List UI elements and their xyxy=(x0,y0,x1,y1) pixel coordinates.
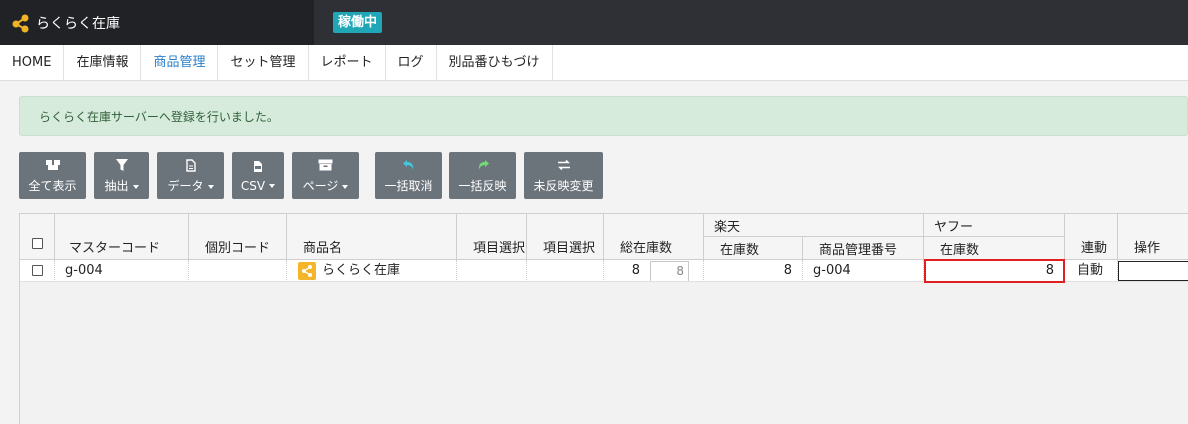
csv-button[interactable]: CSV xyxy=(232,152,284,199)
nav-item-products[interactable]: 商品管理 xyxy=(141,45,219,81)
redo-arrow-icon xyxy=(476,157,490,173)
header-item-select-1[interactable]: 項目選択 xyxy=(457,214,527,260)
header-rakuten-group: 楽天 xyxy=(704,214,924,237)
cell-rakuten-mgmt-no: g-004 xyxy=(803,260,924,282)
page-label: ページ xyxy=(302,179,339,193)
cell-action xyxy=(1118,260,1188,282)
status-badge: 稼働中 xyxy=(333,12,383,33)
header-product-name[interactable]: 商品名 xyxy=(287,214,457,260)
top-header: らくらく在庫 稼働中 xyxy=(0,0,1188,45)
header-total-stock[interactable]: 総在庫数 xyxy=(604,214,704,260)
share-nodes-icon xyxy=(10,12,32,34)
cell-rakuten-stock[interactable]: 8 xyxy=(704,260,803,282)
header-rakuten-mgmt-no[interactable]: 商品管理番号 xyxy=(803,237,924,260)
cell-item-select-1 xyxy=(457,260,527,282)
product-table: マスターコード 個別コード 商品名 項目選択 項目選択 総在庫数 楽天 在庫数 … xyxy=(19,213,1188,424)
bulk-cancel-button[interactable]: 一括取消 xyxy=(375,152,442,199)
filter-button[interactable]: 抽出 xyxy=(94,152,149,199)
nav-item-home[interactable]: HOME xyxy=(0,45,65,81)
header-master-code[interactable]: マスターコード xyxy=(55,214,189,260)
header-select-all xyxy=(20,214,55,260)
header-link[interactable]: 連動 xyxy=(1065,214,1118,260)
header-yahoo-group: ヤフー xyxy=(924,214,1065,237)
data-label: データ xyxy=(167,179,204,193)
boxes-icon xyxy=(45,157,61,173)
bulk-apply-label: 一括反映 xyxy=(458,179,507,193)
funnel-icon xyxy=(115,157,128,173)
show-all-button[interactable]: 全て表示 xyxy=(19,152,86,199)
cell-product-name: らくらく在庫 xyxy=(287,260,457,282)
nav-item-inventory[interactable]: 在庫情報 xyxy=(64,45,142,81)
success-alert: らくらく在庫サーバーへ登録を行いました。 xyxy=(19,96,1188,136)
product-name-text: らくらく在庫 xyxy=(322,262,401,278)
main-nav: HOME 在庫情報 商品管理 セット管理 レポート ログ 別品番ひもづけ xyxy=(0,45,1188,81)
caret-down-icon xyxy=(342,184,349,189)
select-all-checkbox[interactable] xyxy=(31,238,43,249)
caret-down-icon xyxy=(207,184,214,189)
bulk-apply-button[interactable]: 一括反映 xyxy=(449,152,516,199)
data-button[interactable]: データ xyxy=(157,152,224,199)
total-stock-value: 8 xyxy=(631,263,640,278)
product-logo-icon xyxy=(298,261,316,280)
show-all-label: 全て表示 xyxy=(28,179,77,193)
cell-total-stock: 8 8 xyxy=(604,260,704,282)
header-yahoo-stock[interactable]: 在庫数 xyxy=(924,237,1065,260)
page-button[interactable]: ページ xyxy=(292,152,359,199)
row-checkbox[interactable] xyxy=(32,265,43,276)
document-icon xyxy=(185,157,196,173)
undo-arrow-icon xyxy=(402,157,416,173)
bulk-cancel-label: 一括取消 xyxy=(384,179,433,193)
cell-master-code: g-004 xyxy=(55,260,189,282)
nav-item-reports[interactable]: レポート xyxy=(309,45,386,81)
filter-label: 抽出 xyxy=(104,179,129,193)
header-individual-code[interactable]: 個別コード xyxy=(189,214,287,260)
header-action: 操作 xyxy=(1118,214,1188,260)
nav-item-sets[interactable]: セット管理 xyxy=(218,45,309,81)
caret-down-icon xyxy=(132,184,139,189)
archive-box-icon xyxy=(318,157,333,173)
cell-link: 自動 xyxy=(1065,260,1118,282)
caret-down-icon xyxy=(269,184,276,188)
nav-item-alt-sku[interactable]: 別品番ひもづけ xyxy=(437,45,553,81)
action-select[interactable] xyxy=(1118,261,1188,281)
header-item-select-2[interactable]: 項目選択 xyxy=(527,214,604,260)
swap-arrows-icon xyxy=(557,157,571,173)
unapplied-changes-button[interactable]: 未反映変更 xyxy=(524,152,603,199)
unapplied-changes-label: 未反映変更 xyxy=(533,179,594,193)
csv-label: CSV xyxy=(240,178,266,193)
cell-yahoo-stock[interactable]: 8 xyxy=(924,259,1065,283)
total-stock-input[interactable]: 8 xyxy=(650,261,689,281)
cell-individual-code xyxy=(189,260,287,282)
csv-file-icon xyxy=(253,159,263,175)
cell-item-select-2 xyxy=(527,260,604,282)
app-title: らくらく在庫 xyxy=(36,15,120,32)
header-rakuten-stock[interactable]: 在庫数 xyxy=(704,237,803,260)
nav-item-logs[interactable]: ログ xyxy=(386,45,437,81)
row-select-cell xyxy=(20,260,55,282)
brand[interactable]: らくらく在庫 xyxy=(0,0,314,45)
